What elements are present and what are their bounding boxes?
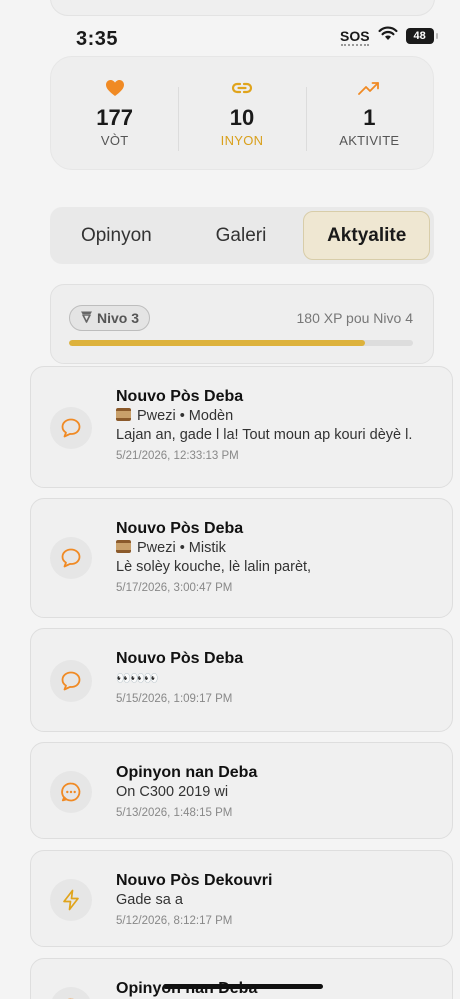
feed-item-title: Nouvo Pòs Deba [116,650,244,667]
stat-value: 177 [96,105,134,130]
feed-item-title: Opinyon nan Deba [116,980,257,997]
level-next-label: 180 XP pou Nivo 4 [296,310,414,326]
stat-label: INYON [220,133,264,148]
feed-item[interactable]: Nouvo Pòs Deba 👀👀👀 5/15/2026, 1:09:17 PM [30,628,453,732]
level-progress-bar [69,340,413,346]
level-badge: Nivo 3 [69,305,151,331]
feed-item[interactable]: Nouvo Pòs Dekouvri Gade sa a 5/12/2026, … [30,850,453,947]
status-time: 3:35 [76,28,119,50]
feed-item-title: Nouvo Pòs Deba [116,520,244,537]
feed-item-text: On C300 2019 wi [116,784,229,800]
feed-item-body: Nouvo Pòs Dekouvri Gade sa a 5/12/2026, … [116,871,444,930]
chat-dots-icon [50,771,92,813]
stat-value: 10 [229,105,255,130]
feed-item-body: Nouvo Pòs Deba Pwezi • Modèn Lajan an, g… [116,387,444,465]
feed-item-body: Nouvo Pòs Deba Pwezi • Mistik Lè solèy k… [116,519,444,597]
tab-opinyon[interactable]: Opinyon [54,211,179,260]
level-card: Nivo 3 180 XP pou Nivo 4 [50,284,434,364]
stat-value: 1 [363,105,376,130]
stat-label: AKTIVITE [339,133,400,148]
tab-aktyalite[interactable]: Aktyalite [303,211,431,260]
feed-item-text: 👀👀👀 [116,671,159,685]
feed-item-title: Opinyon nan Deba [116,764,258,781]
feed-item-timestamp: 5/21/2026, 12:33:13 PM [116,450,239,462]
heart-icon [105,77,125,99]
home-indicator[interactable] [163,984,323,989]
feed-item-text: Lajan an, gade l la! Tout moun ap kouri … [116,427,413,443]
feed-item[interactable]: Opinyon nan Deba On C300 2019 wi 5/13/20… [30,742,453,839]
feed-item[interactable]: Nouvo Pòs Deba Pwezi • Modèn Lajan an, g… [30,366,453,488]
stats-card: 177 VÒT 10 INYON 1 AKTIVITE [50,56,434,170]
link-icon [231,77,253,99]
feed-item-body: Opinyon nan Deba On C300 2019 wi 5/13/20… [116,763,444,822]
wifi-icon [378,26,398,46]
feed-item-category: Pwezi • Mistik [116,539,444,558]
feed-item-timestamp: 5/12/2026, 8:12:17 PM [116,915,233,927]
stat-links: 10 INYON [178,57,305,169]
feed-item-text: Gade sa a [116,892,183,908]
chat-bubble-icon [50,537,92,579]
lightning-icon [50,879,92,921]
tab-bar: Opinyon Galeri Aktyalite [50,207,434,264]
feed-item-timestamp: 5/13/2026, 1:48:15 PM [116,807,233,819]
feed-item-body: Nouvo Pòs Deba 👀👀👀 5/15/2026, 1:09:17 PM [116,649,444,708]
feed-item-title: Nouvo Pòs Dekouvri [116,872,273,889]
chat-bubble-icon [50,407,92,449]
chat-dots-icon [50,987,92,999]
stat-votes: 177 VÒT [51,57,178,169]
status-bar: 3:35 SOS 48 [0,0,460,60]
badge-icon [80,310,93,326]
sos-indicator: SOS [340,28,370,46]
stat-label: VÒT [100,133,129,148]
feed-item-category: Pwezi • Modèn [116,407,444,426]
level-progress-fill [69,340,365,346]
scroll-icon [116,408,131,421]
feed-item-body: Opinyon nan Deba [116,979,444,999]
tab-galeri[interactable]: Galeri [179,211,304,260]
trending-up-icon [358,77,380,99]
feed-item-text: Lè solèy kouche, lè lalin parèt, [116,559,312,575]
feed-item-timestamp: 5/15/2026, 1:09:17 PM [116,693,233,705]
battery-icon: 48 [405,28,438,44]
feed-item[interactable]: Opinyon nan Deba [30,958,453,999]
feed-item[interactable]: Nouvo Pòs Deba Pwezi • Mistik Lè solèy k… [30,498,453,618]
stat-activity: 1 AKTIVITE [305,57,433,169]
level-badge-label: Nivo 3 [97,310,140,326]
feed-item-timestamp: 5/17/2026, 3:00:47 PM [116,582,233,594]
scroll-icon [116,540,131,553]
chat-bubble-icon [50,660,92,702]
status-icons: SOS 48 [340,26,438,46]
feed-item-title: Nouvo Pòs Deba [116,388,244,405]
